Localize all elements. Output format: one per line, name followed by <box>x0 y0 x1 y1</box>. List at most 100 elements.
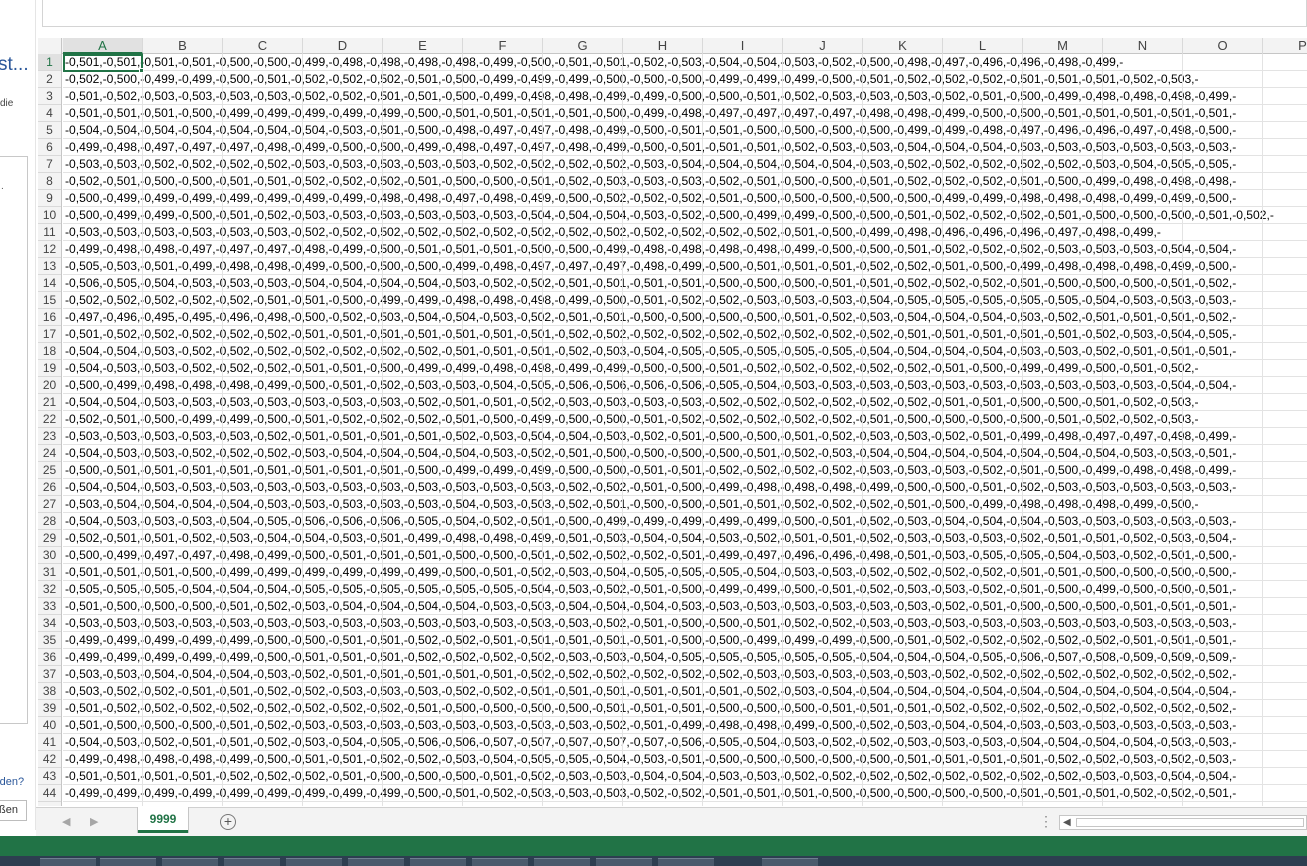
taskbar-item[interactable] <box>534 858 590 866</box>
row-header[interactable]: 37 <box>38 666 61 683</box>
taskbar-item[interactable] <box>100 858 156 866</box>
column-header-l[interactable]: L <box>943 38 1023 54</box>
row-header[interactable]: 16 <box>38 309 61 326</box>
taskbar-item[interactable] <box>762 858 818 866</box>
row-header[interactable]: 15 <box>38 292 61 309</box>
taskbar-item[interactable] <box>224 858 280 866</box>
table-row[interactable]: -0,499,-0,499,-0,499,-0,499,-0,499,-0,49… <box>63 785 1307 802</box>
row-header[interactable]: 5 <box>38 122 61 139</box>
row-header[interactable]: 30 <box>38 547 61 564</box>
table-row[interactable]: -0,504,-0,504,-0,503,-0,503,-0,503,-0,50… <box>63 479 1307 496</box>
table-row[interactable]: -0,500,-0,499,-0,498,-0,498,-0,498,-0,49… <box>63 377 1307 394</box>
row-header[interactable]: 3 <box>38 88 61 105</box>
table-row[interactable]: -0,503,-0,503,-0,503,-0,503,-0,503,-0,50… <box>63 615 1307 632</box>
table-row[interactable]: -0,501,-0,501,-0,501,-0,501,-0,500,-0,50… <box>63 54 1307 71</box>
active-cell-a1[interactable] <box>63 54 143 72</box>
table-row[interactable]: -0,500,-0,499,-0,499,-0,499,-0,499,-0,49… <box>63 190 1307 207</box>
add-sheet-icon[interactable]: + <box>220 814 236 830</box>
table-row[interactable]: -0,503,-0,502,-0,502,-0,501,-0,501,-0,50… <box>63 683 1307 700</box>
row-header[interactable]: 7 <box>38 156 61 173</box>
table-row[interactable]: -0,504,-0,503,-0,503,-0,502,-0,502,-0,50… <box>63 445 1307 462</box>
row-header[interactable]: 32 <box>38 581 61 598</box>
row-header[interactable]: 17 <box>38 326 61 343</box>
table-row[interactable]: -0,503,-0,503,-0,503,-0,503,-0,503,-0,50… <box>63 428 1307 445</box>
row-header[interactable]: 29 <box>38 530 61 547</box>
row-header[interactable]: 40 <box>38 717 61 734</box>
fill-handle[interactable] <box>139 68 144 73</box>
table-row[interactable]: -0,502,-0,500,-0,499,-0,499,-0,500,-0,50… <box>63 71 1307 88</box>
table-row[interactable]: -0,505,-0,505,-0,505,-0,504,-0,504,-0,50… <box>63 581 1307 598</box>
taskbar-item[interactable] <box>162 858 218 866</box>
table-row[interactable]: -0,499,-0,498,-0,497,-0,497,-0,497,-0,49… <box>63 139 1307 156</box>
scrollbar-thumb[interactable] <box>1076 818 1304 827</box>
row-header[interactable]: 33 <box>38 598 61 615</box>
row-header[interactable]: 42 <box>38 751 61 768</box>
row-header[interactable]: 31 <box>38 564 61 581</box>
column-header-h[interactable]: H <box>623 38 703 54</box>
table-row[interactable]: -0,502,-0,502,-0,502,-0,502,-0,502,-0,50… <box>63 292 1307 309</box>
table-row[interactable]: -0,504,-0,504,-0,504,-0,504,-0,504,-0,50… <box>63 122 1307 139</box>
scroll-left-icon[interactable]: ◀ <box>1063 816 1071 829</box>
row-header[interactable]: 1 <box>38 54 61 71</box>
formula-bar-area[interactable] <box>42 0 1307 27</box>
column-header-j[interactable]: J <box>783 38 863 54</box>
table-row[interactable]: -0,504,-0,503,-0,503,-0,503,-0,504,-0,50… <box>63 513 1307 530</box>
row-header[interactable]: 35 <box>38 632 61 649</box>
table-row[interactable]: -0,501,-0,500,-0,500,-0,500,-0,501,-0,50… <box>63 598 1307 615</box>
column-header-i[interactable]: I <box>703 38 783 54</box>
taskbar-item[interactable] <box>410 858 466 866</box>
table-row[interactable]: -0,499,-0,498,-0,498,-0,497,-0,497,-0,49… <box>63 241 1307 258</box>
column-header-o[interactable]: O <box>1183 38 1263 54</box>
table-row[interactable]: -0,500,-0,499,-0,499,-0,500,-0,501,-0,50… <box>63 207 1307 224</box>
row-header[interactable]: 18 <box>38 343 61 360</box>
sheet-tab-9999[interactable]: 9999 <box>138 807 188 833</box>
table-row[interactable]: -0,503,-0,503,-0,502,-0,502,-0,502,-0,50… <box>63 156 1307 173</box>
row-header[interactable]: 25 <box>38 462 61 479</box>
table-row[interactable]: -0,500,-0,501,-0,501,-0,501,-0,501,-0,50… <box>63 462 1307 479</box>
column-header-p[interactable]: P <box>1263 38 1307 54</box>
table-row[interactable]: -0,503,-0,503,-0,504,-0,504,-0,504,-0,50… <box>63 666 1307 683</box>
row-header[interactable]: 24 <box>38 445 61 462</box>
taskbar-item[interactable] <box>658 858 714 866</box>
taskbar-item[interactable] <box>472 858 528 866</box>
table-row[interactable]: -0,502,-0,501,-0,500,-0,500,-0,501,-0,50… <box>63 173 1307 190</box>
row-header[interactable]: 36 <box>38 649 61 666</box>
table-row[interactable]: -0,497,-0,496,-0,495,-0,495,-0,496,-0,49… <box>63 309 1307 326</box>
table-row[interactable]: -0,500,-0,499,-0,497,-0,497,-0,498,-0,49… <box>63 547 1307 564</box>
row-header[interactable]: 27 <box>38 496 61 513</box>
table-row[interactable]: -0,503,-0,503,-0,503,-0,503,-0,503,-0,50… <box>63 224 1307 241</box>
table-row[interactable]: -0,501,-0,502,-0,502,-0,502,-0,502,-0,50… <box>63 326 1307 343</box>
row-header[interactable]: 11 <box>38 224 61 241</box>
column-header-n[interactable]: N <box>1103 38 1183 54</box>
row-header[interactable]: 23 <box>38 428 61 445</box>
table-row[interactable]: -0,501,-0,501,-0,501,-0,501,-0,502,-0,50… <box>63 768 1307 785</box>
column-header-b[interactable]: B <box>143 38 223 54</box>
horizontal-scrollbar[interactable]: ◀ <box>1059 815 1307 830</box>
row-header[interactable]: 10 <box>38 207 61 224</box>
row-header[interactable]: 14 <box>38 275 61 292</box>
select-all-corner[interactable] <box>38 38 62 54</box>
row-header[interactable]: 6 <box>38 139 61 156</box>
row-header[interactable]: 8 <box>38 173 61 190</box>
row-header[interactable]: 20 <box>38 377 61 394</box>
column-header-f[interactable]: F <box>463 38 543 54</box>
column-header-a[interactable]: A <box>63 38 143 54</box>
row-header[interactable]: 2 <box>38 71 61 88</box>
column-header-k[interactable]: K <box>863 38 943 54</box>
row-header[interactable]: 43 <box>38 768 61 785</box>
spreadsheet-grid[interactable]: ABCDEFGHIJKLMNOP 1 2 3 4 5 6 7 8 9 10 11 12 13 14 15 16… <box>38 38 1307 806</box>
column-header-g[interactable]: G <box>543 38 623 54</box>
taskbar-item[interactable] <box>286 858 342 866</box>
table-row[interactable]: -0,504,-0,504,-0,503,-0,502,-0,502,-0,50… <box>63 343 1307 360</box>
table-row[interactable]: -0,506,-0,505,-0,504,-0,503,-0,503,-0,50… <box>63 275 1307 292</box>
table-row[interactable]: -0,501,-0,502,-0,503,-0,503,-0,503,-0,50… <box>63 88 1307 105</box>
table-row[interactable]: -0,504,-0,504,-0,503,-0,503,-0,503,-0,50… <box>63 394 1307 411</box>
row-header[interactable]: 9 <box>38 190 61 207</box>
row-header[interactable]: 12 <box>38 241 61 258</box>
row-header[interactable]: 28 <box>38 513 61 530</box>
table-row[interactable]: -0,501,-0,500,-0,500,-0,500,-0,501,-0,50… <box>63 717 1307 734</box>
table-row[interactable]: -0,499,-0,499,-0,499,-0,499,-0,499,-0,50… <box>63 632 1307 649</box>
column-header-d[interactable]: D <box>303 38 383 54</box>
table-row[interactable]: -0,503,-0,504,-0,504,-0,504,-0,504,-0,50… <box>63 496 1307 513</box>
row-header[interactable]: 21 <box>38 394 61 411</box>
